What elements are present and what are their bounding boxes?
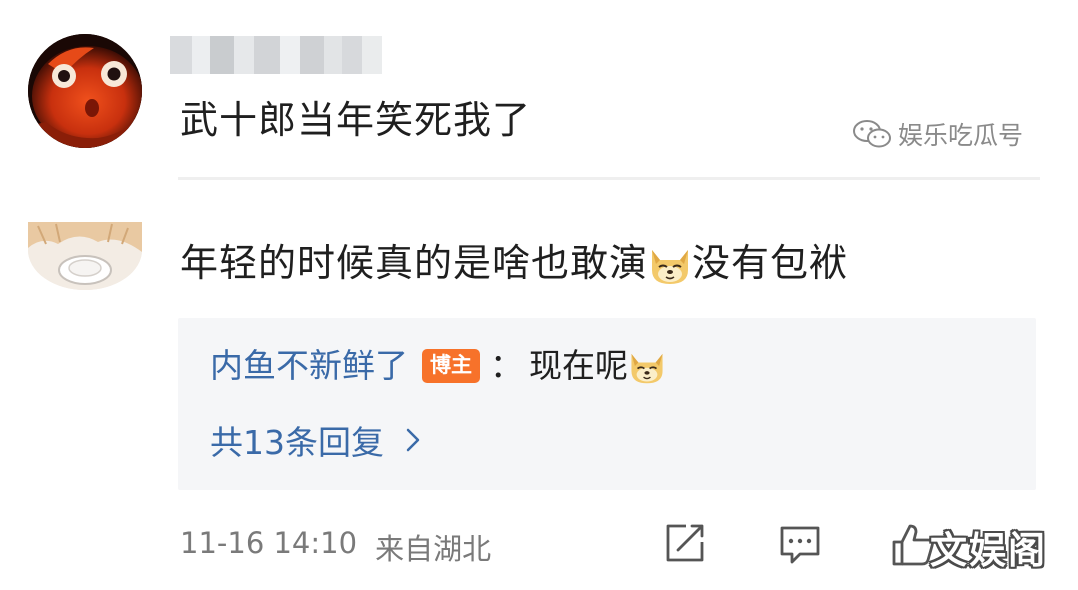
reply-count-label: 共13条回复 [210, 423, 384, 462]
comment-icon [780, 526, 820, 564]
source-watermark: 娱乐吃瓜号 [852, 116, 1023, 152]
reply-username[interactable]: 内鱼不新鲜了 [210, 346, 408, 386]
comment-date: 11-16 14:10 [180, 526, 358, 560]
comment-text-part: 年轻的时候真的是啥也敢演 [180, 241, 649, 285]
comment-thread: 武十郎当年笑死我了 娱乐吃瓜号 年轻的时候真的是啥也敢演 没有包袱 内鱼不新鲜了… [0, 0, 1078, 590]
reply-colon: ： [490, 346, 523, 385]
goldfish-avatar-icon [28, 34, 142, 148]
doge-emoji-icon [652, 249, 689, 284]
comment-meta: 11-16 14:10 来自湖北 [180, 526, 491, 568]
comment-button[interactable] [778, 522, 822, 570]
watermark-text: 娱乐吃瓜号 [898, 121, 1024, 150]
comment-text: 年轻的时候真的是啥也敢演 没有包袱 [180, 241, 848, 287]
reply-line: 内鱼不新鲜了 博主 ： 现在呢 [210, 346, 666, 386]
share-button[interactable] [664, 522, 706, 568]
chevron-right-icon [406, 428, 420, 452]
cartoon-avatar-icon [28, 222, 142, 290]
host-badge: 博主 [422, 348, 480, 383]
doge-emoji-icon [631, 353, 663, 384]
view-replies-link[interactable]: 共13条回复 [210, 416, 422, 464]
comment-text: 武十郎当年笑死我了 [180, 98, 532, 142]
reply-text: 现在呢 [529, 346, 628, 385]
comment-text-part: 没有包袱 [692, 241, 849, 285]
user-avatar[interactable] [28, 222, 142, 290]
user-avatar[interactable] [28, 34, 142, 148]
comment-divider [178, 177, 1040, 180]
share-icon [666, 524, 704, 562]
reply-preview[interactable]: 内鱼不新鲜了 博主 ： 现在呢 共13条回复 [178, 318, 1036, 490]
wechat-icon [853, 120, 891, 148]
corner-watermark: 文娱阁 [930, 529, 1047, 572]
blurred-username[interactable] [170, 36, 382, 74]
comment-location: 来自湖北 [375, 532, 492, 566]
